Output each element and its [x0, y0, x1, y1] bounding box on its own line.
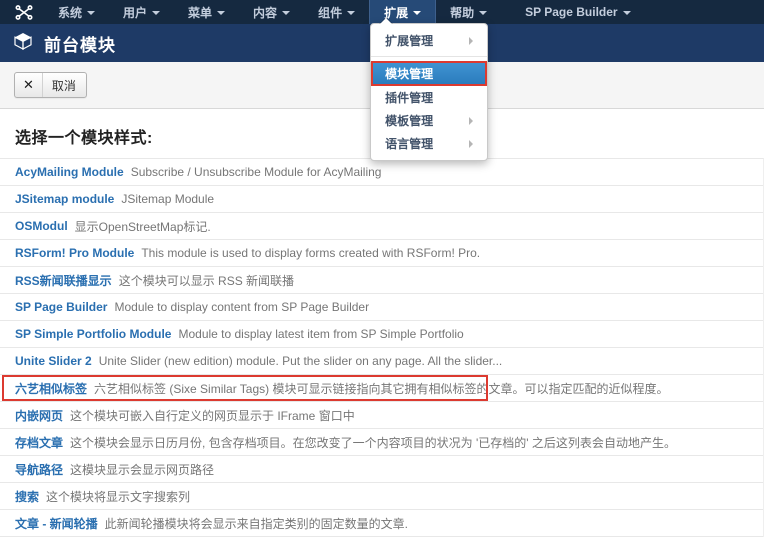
- module-link[interactable]: 内嵌网页: [15, 407, 63, 424]
- module-link[interactable]: 存档文章: [15, 434, 63, 451]
- caret-down-icon: [152, 11, 160, 15]
- caret-down-icon: [479, 11, 487, 15]
- module-row-sp-simple-portfolio: SP Simple Portfolio Module Module to dis…: [0, 321, 763, 348]
- module-desc: 这模块显示会显示网页路径: [70, 461, 214, 478]
- module-row-iframe: 内嵌网页 这个模块可嵌入自行定义的网页显示于 IFrame 窗口中: [0, 402, 763, 429]
- module-desc: 显示OpenStreetMap标记.: [75, 218, 211, 235]
- dropdown-item-module-manager[interactable]: 模块管理: [371, 61, 487, 86]
- caret-down-icon: [282, 11, 290, 15]
- dropdown-item-language-manager[interactable]: 语言管理: [371, 132, 487, 155]
- dropdown-divider: [371, 56, 487, 57]
- menu-sp-page-builder[interactable]: SP Page Builder: [511, 0, 644, 24]
- cancel-x-icon: ✕: [15, 73, 42, 97]
- module-link[interactable]: Unite Slider 2: [15, 354, 92, 368]
- cancel-button[interactable]: ✕ 取消: [14, 72, 87, 98]
- module-desc: 此新闻轮播模块将会显示来自指定类别的固定数量的文章.: [105, 515, 408, 532]
- module-row-rss-feed: RSS新闻联播显示 这个模块可以显示 RSS 新闻联播: [0, 267, 763, 294]
- module-link[interactable]: 导航路径: [15, 461, 63, 478]
- module-desc: 六艺相似标签 (Sixe Similar Tags) 模块可显示链接指向其它拥有…: [94, 380, 668, 397]
- module-row-acymailing: AcyMailing Module Subscribe / Unsubscrib…: [0, 159, 763, 186]
- module-desc: Module to display latest item from SP Si…: [178, 327, 463, 341]
- dropdown-item-label: 模块管理: [385, 65, 433, 82]
- module-row-breadcrumbs: 导航路径 这模块显示会显示网页路径: [0, 456, 763, 483]
- chevron-right-icon: [469, 37, 473, 45]
- module-link[interactable]: 搜索: [15, 488, 39, 505]
- chevron-right-icon: [469, 140, 473, 148]
- menu-components-label: 组件: [318, 4, 342, 21]
- module-link[interactable]: 文章 - 新闻轮播: [15, 515, 98, 532]
- module-row-articles-newsflash: 文章 - 新闻轮播 此新闻轮播模块将会显示来自指定类别的固定数量的文章.: [0, 510, 763, 537]
- module-link[interactable]: JSitemap module: [15, 192, 114, 206]
- module-desc: 这个模块可以显示 RSS 新闻联播: [119, 272, 294, 289]
- admin-navbar: 系统 用户 菜单 内容 组件 扩展 扩展管理 模块管理 插件管理: [0, 0, 764, 24]
- menu-extensions[interactable]: 扩展 扩展管理 模块管理 插件管理 模板管理 语言管理: [369, 0, 436, 24]
- caret-down-icon: [413, 11, 421, 15]
- module-desc: 这个模块可嵌入自行定义的网页显示于 IFrame 窗口中: [70, 407, 355, 424]
- menu-menus[interactable]: 菜单: [174, 0, 239, 24]
- dropdown-item-label: 语言管理: [385, 135, 433, 152]
- menu-help[interactable]: 帮助: [436, 0, 501, 24]
- module-desc: Module to display content from SP Page B…: [114, 300, 369, 314]
- module-row-similar-tags: 六艺相似标签 六艺相似标签 (Sixe Similar Tags) 模块可显示链…: [0, 375, 763, 402]
- module-link[interactable]: RSS新闻联播显示: [15, 272, 112, 289]
- module-link[interactable]: SP Page Builder: [15, 300, 107, 314]
- dropdown-item-extension-manager[interactable]: 扩展管理: [371, 29, 487, 52]
- module-desc: Unite Slider (new edition) module. Put t…: [99, 354, 503, 368]
- menu-content-label: 内容: [253, 4, 277, 21]
- module-row-rsform: RSForm! Pro Module This module is used t…: [0, 240, 763, 267]
- cancel-button-label: 取消: [42, 73, 86, 97]
- menu-users-label: 用户: [123, 4, 147, 21]
- module-desc: This module is used to display forms cre…: [141, 246, 480, 260]
- module-desc: 这个模块将显示文字搜索列: [46, 488, 190, 505]
- module-cube-icon: [13, 31, 33, 56]
- dropdown-item-plugin-manager[interactable]: 插件管理: [371, 86, 487, 109]
- module-link[interactable]: OSModul: [15, 219, 68, 233]
- menu-components[interactable]: 组件: [304, 0, 369, 24]
- chevron-right-icon: [469, 117, 473, 125]
- menu-sp-page-builder-label: SP Page Builder: [525, 5, 617, 19]
- module-row-jsitemap: JSitemap module JSitemap Module: [0, 186, 763, 213]
- menu-system[interactable]: 系统: [44, 0, 109, 24]
- caret-down-icon: [623, 11, 631, 15]
- menu-help-label: 帮助: [450, 4, 474, 21]
- menu-system-label: 系统: [58, 4, 82, 21]
- menu-content[interactable]: 内容: [239, 0, 304, 24]
- module-type-list: AcyMailing Module Subscribe / Unsubscrib…: [0, 158, 764, 537]
- menu-users[interactable]: 用户: [109, 0, 174, 24]
- module-desc: 这个模块会显示日历月份, 包含存档项目。在您改变了一个内容项目的状况为 '已存档…: [70, 434, 676, 451]
- module-row-sp-page-builder: SP Page Builder Module to display conten…: [0, 294, 763, 321]
- menu-menus-label: 菜单: [188, 4, 212, 21]
- module-link[interactable]: AcyMailing Module: [15, 165, 124, 179]
- module-desc: JSitemap Module: [121, 192, 214, 206]
- dropdown-item-label: 插件管理: [385, 89, 433, 106]
- caret-down-icon: [87, 11, 95, 15]
- module-row-search: 搜索 这个模块将显示文字搜索列: [0, 483, 763, 510]
- module-link[interactable]: 六艺相似标签: [15, 380, 87, 397]
- module-row-unite-slider: Unite Slider 2 Unite Slider (new edition…: [0, 348, 763, 375]
- extensions-dropdown: 扩展管理 模块管理 插件管理 模板管理 语言管理: [370, 23, 488, 161]
- caret-down-icon: [347, 11, 355, 15]
- module-link[interactable]: RSForm! Pro Module: [15, 246, 134, 260]
- dropdown-item-template-manager[interactable]: 模板管理: [371, 109, 487, 132]
- module-row-osmodul: OSModul 显示OpenStreetMap标记.: [0, 213, 763, 240]
- caret-down-icon: [217, 11, 225, 15]
- module-desc: Subscribe / Unsubscribe Module for AcyMa…: [131, 165, 382, 179]
- joomla-logo-icon: [4, 0, 44, 24]
- dropdown-item-label: 模板管理: [385, 112, 433, 129]
- dropdown-item-label: 扩展管理: [385, 32, 433, 49]
- main-content: 选择一个模块样式: AcyMailing Module Subscribe / …: [0, 109, 764, 537]
- page-title: 前台模块: [44, 31, 116, 56]
- module-row-archived-articles: 存档文章 这个模块会显示日历月份, 包含存档项目。在您改变了一个内容项目的状况为…: [0, 429, 763, 456]
- module-link[interactable]: SP Simple Portfolio Module: [15, 327, 171, 341]
